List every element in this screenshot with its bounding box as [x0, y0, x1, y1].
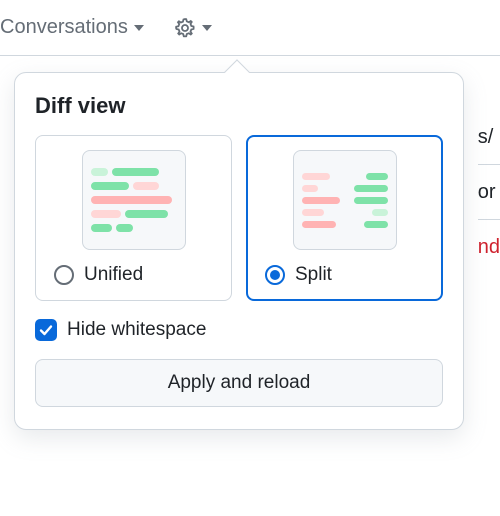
diff-view-options: Unified	[35, 135, 443, 301]
caret-down-icon	[202, 25, 212, 31]
popover-title: Diff view	[35, 93, 443, 119]
bg-line: s/	[478, 110, 500, 164]
split-preview-icon	[293, 150, 397, 250]
diff-option-split[interactable]: Split	[246, 135, 443, 301]
toolbar: Conversations	[0, 0, 500, 56]
hide-whitespace-checkbox[interactable]: Hide whitespace	[35, 319, 443, 341]
background-code: s/ or nd	[478, 110, 500, 274]
check-icon	[39, 323, 53, 337]
gear-icon	[174, 17, 196, 39]
apply-and-reload-button[interactable]: Apply and reload	[35, 359, 443, 407]
conversations-label: Conversations	[0, 16, 128, 39]
bg-line: or	[478, 164, 500, 219]
diff-view-popover: Diff view Unified	[14, 72, 464, 430]
hide-whitespace-label: Hide whitespace	[67, 319, 206, 341]
radio-label-unified: Unified	[84, 264, 143, 286]
diff-option-unified[interactable]: Unified	[35, 135, 232, 301]
checkbox-icon	[35, 319, 57, 341]
conversations-dropdown[interactable]: Conversations	[0, 12, 144, 43]
radio-unified[interactable]	[54, 265, 74, 285]
radio-split[interactable]	[265, 265, 285, 285]
settings-dropdown[interactable]	[174, 17, 212, 39]
unified-preview-icon	[82, 150, 186, 250]
radio-label-split: Split	[295, 264, 332, 286]
caret-down-icon	[134, 25, 144, 31]
bg-line: nd	[478, 219, 500, 274]
